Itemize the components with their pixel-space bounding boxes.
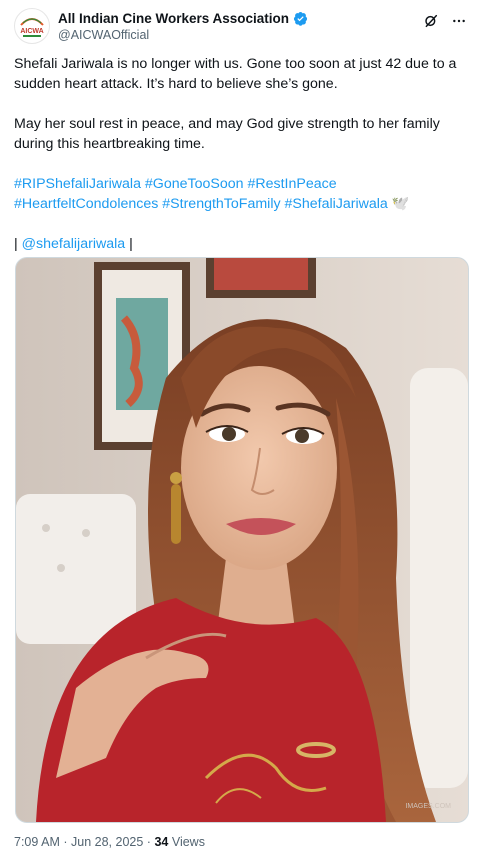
aicwa-logo-icon: AICWA [16, 10, 48, 42]
verified-badge-icon [294, 11, 308, 26]
views-label: Views [171, 835, 205, 849]
separator: · [146, 835, 151, 849]
tweet-text: Shefali Jariwala is no longer with us. G… [14, 54, 466, 254]
tweet-header: AICWA All Indian Cine Workers Associatio… [14, 8, 468, 48]
more-icon[interactable] [450, 12, 468, 30]
hashtags-line-1: #RIPShefaliJariwala #GoneTooSoon #RestIn… [14, 174, 466, 194]
tweet-paragraph-2: May her soul rest in peace, and may God … [14, 116, 440, 152]
hashtag-link[interactable]: #StrengthToFamily [162, 196, 280, 212]
tweet-date[interactable]: Jun 28, 2025 [71, 835, 143, 849]
tweet-meta: 7:09 AM · Jun 28, 2025 · 34 Views [14, 835, 205, 849]
mention-link[interactable]: @shefalijariwala [22, 236, 126, 252]
hashtag-link[interactable]: #RestInPeace [247, 176, 336, 192]
mention-prefix: | [14, 236, 18, 252]
tweet-paragraph-1: Shefali Jariwala is no longer with us. G… [14, 56, 457, 92]
mention-line: | @shefalijariwala | [14, 234, 466, 254]
hashtag-link[interactable]: #HeartfeltCondolences [14, 196, 158, 212]
grok-icon[interactable] [422, 12, 440, 30]
media-watermark: IMAGES.COM [405, 803, 451, 810]
tweet-time[interactable]: 7:09 AM [14, 835, 60, 849]
svg-text:AICWA: AICWA [20, 28, 43, 35]
display-name[interactable]: All Indian Cine Workers Association [58, 10, 289, 27]
tweet-photo[interactable]: IMAGES.COM [15, 257, 469, 823]
hashtag-link[interactable]: #RIPShefaliJariwala [14, 176, 141, 192]
hashtags-line-2: #HeartfeltCondolences #StrengthToFamily … [14, 194, 466, 214]
dove-emoji: 🕊️ [391, 196, 410, 212]
mention-suffix: | [129, 236, 133, 252]
hashtag-link[interactable]: #ShefaliJariwala [285, 196, 388, 212]
separator: · [63, 835, 68, 849]
portrait-photo: IMAGES.COM [16, 258, 468, 822]
avatar[interactable]: AICWA [14, 8, 50, 44]
views-count: 34 [154, 835, 169, 849]
hashtag-link[interactable]: #GoneTooSoon [145, 176, 244, 192]
handle[interactable]: @AICWAOfficial [58, 27, 308, 43]
